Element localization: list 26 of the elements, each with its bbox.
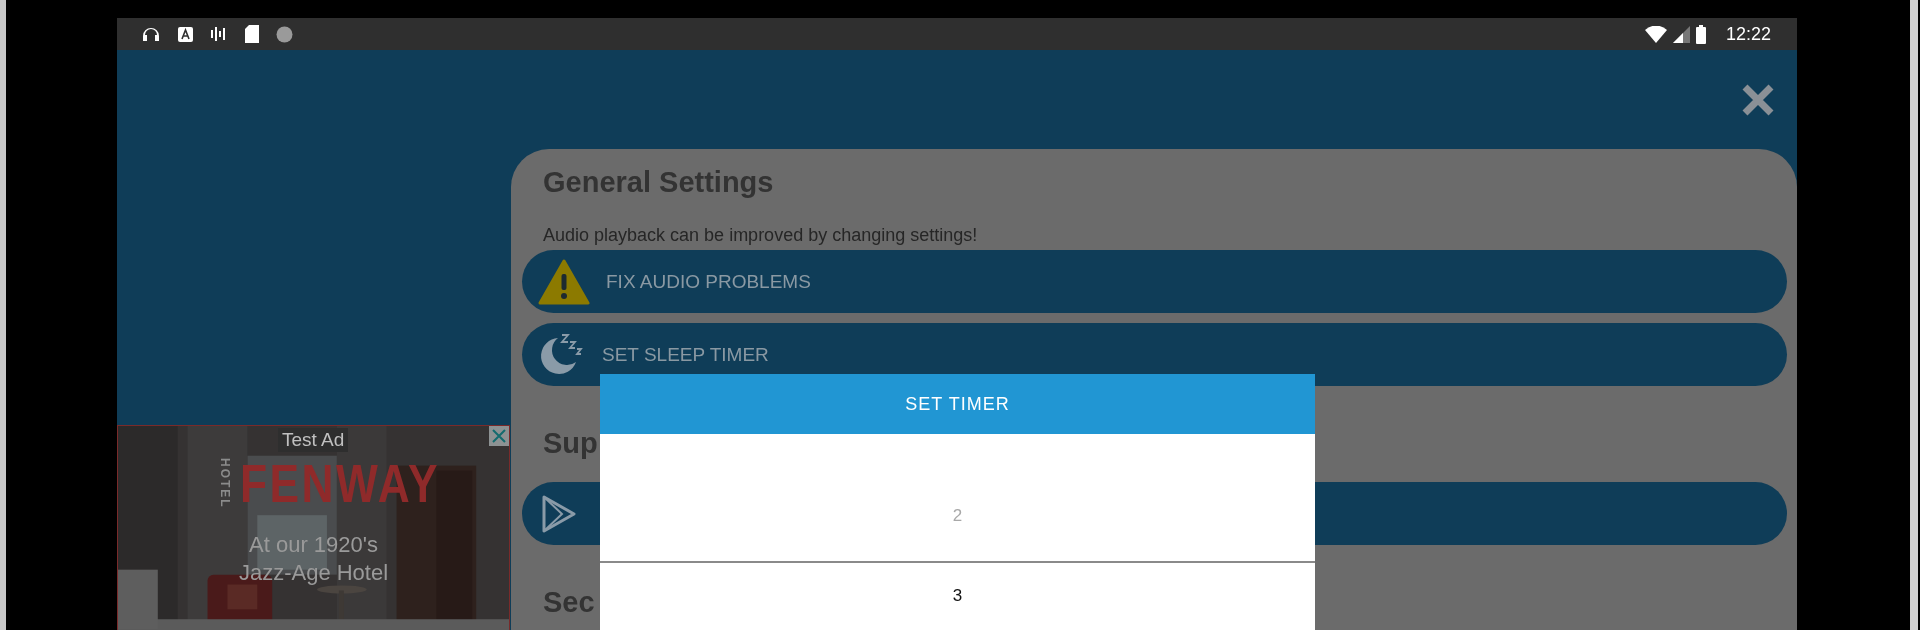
section-description: Audio playback can be improved by changing settings! (542, 224, 978, 247)
headset-icon (141, 25, 161, 43)
ad-tagline: Jazz-Age Hotel (238, 559, 389, 587)
close-icon[interactable] (1741, 82, 1775, 117)
ad-label: Test Ad (278, 428, 349, 452)
picker-item[interactable]: 3 (952, 586, 963, 607)
sd-card-icon (245, 25, 259, 43)
section-heading: General Settings (542, 165, 774, 200)
settings-button[interactable]: FIX AUDIO PROBLEMS (522, 250, 1787, 313)
section-heading: Sec (542, 585, 595, 620)
brand-logo-text: FENWAY (240, 452, 441, 514)
battery-icon (1695, 24, 1706, 44)
brand-prefix: HOTEL (218, 457, 232, 509)
picker-item[interactable]: 2 (952, 505, 963, 526)
ad-tagline: At our 1920's (249, 531, 378, 559)
close-icon[interactable] (489, 426, 509, 446)
clock-time: 12:22 (1725, 23, 1771, 45)
equalizer-icon (210, 25, 228, 43)
signal-icon (1672, 25, 1690, 43)
ad-banner[interactable]: Test Ad HOTEL FENWAY At our 1920's Jazz-Age Hotel (117, 425, 510, 630)
font-icon (178, 26, 193, 42)
dialog-title: SET TIMER (905, 393, 1010, 415)
circle-icon (276, 25, 293, 43)
warning-icon (538, 258, 590, 305)
section-heading: Sup (542, 426, 598, 461)
wifi-icon (1644, 25, 1667, 43)
